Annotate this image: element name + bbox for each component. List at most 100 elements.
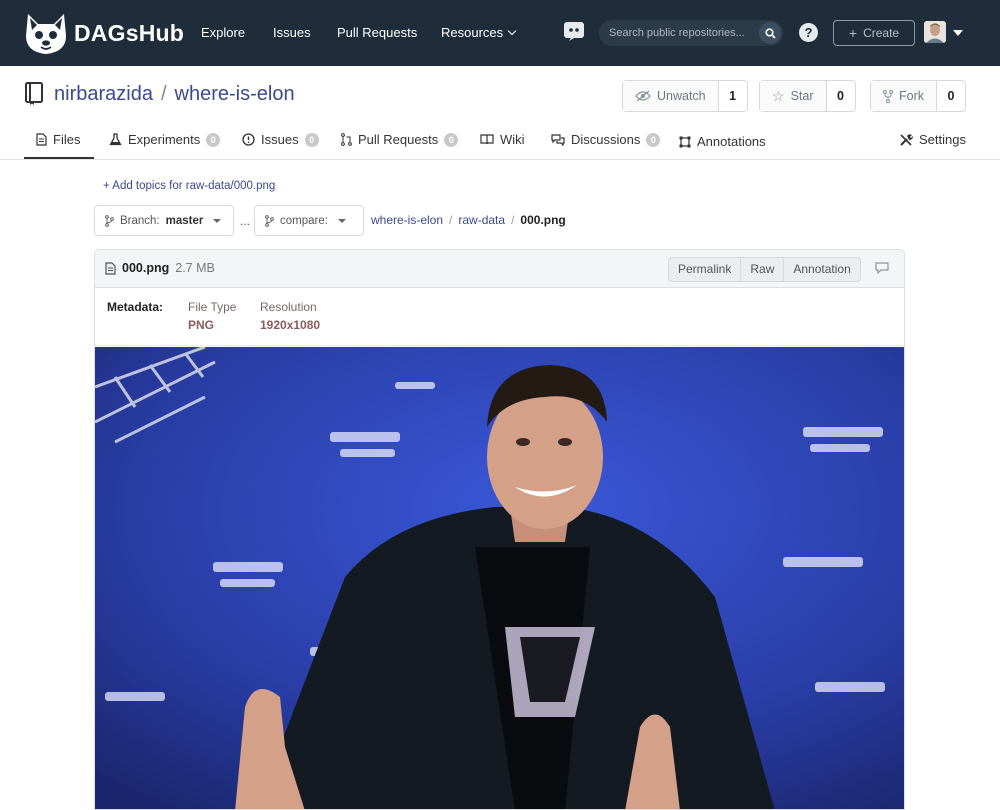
- metadata-key: File Type: [188, 300, 237, 314]
- file-name: 000.png: [122, 261, 170, 275]
- annotation-button[interactable]: Annotation: [784, 258, 859, 281]
- logo[interactable]: DAGsHub: [22, 10, 184, 56]
- tab-files[interactable]: Files: [36, 132, 80, 147]
- chevron-down-icon: [507, 26, 517, 36]
- book-open-icon: [480, 134, 494, 145]
- tab-issues-badge: 0: [304, 132, 319, 147]
- star-icon: ☆: [772, 87, 785, 104]
- tab-annotations[interactable]: Annotations: [679, 134, 766, 149]
- nav-pull-requests[interactable]: Pull Requests: [337, 25, 417, 40]
- repo-title: nirbarazida / where-is-elon: [24, 82, 295, 106]
- plus-icon: +: [848, 25, 858, 41]
- tab-discussions[interactable]: Discussions 0: [551, 132, 661, 147]
- fork-icon: [883, 89, 893, 103]
- breadcrumb-separator: /: [511, 213, 515, 227]
- nav-resources-label: Resources: [441, 25, 504, 40]
- image-preview: [95, 347, 904, 809]
- discord-icon[interactable]: [563, 20, 585, 42]
- compare-dropdown[interactable]: compare:: [254, 205, 364, 236]
- tab-pull-requests-badge: 0: [444, 132, 459, 147]
- metadata-label: Metadata:: [107, 300, 164, 314]
- avatar-dropdown-icon[interactable]: [953, 30, 963, 36]
- photo-illustration: [95, 347, 904, 809]
- nav-resources[interactable]: Resources: [441, 25, 517, 40]
- tab-discussions-badge: 0: [646, 132, 661, 147]
- annotation-icon: [679, 136, 691, 147]
- logo-text: DAGsHub: [74, 19, 185, 46]
- fork-count[interactable]: 0: [937, 89, 965, 103]
- tab-settings[interactable]: Settings: [899, 132, 966, 147]
- tab-pull-requests-label: Pull Requests: [358, 132, 439, 147]
- tab-settings-label: Settings: [919, 132, 966, 147]
- repo-name-link[interactable]: where-is-elon: [175, 83, 295, 106]
- branch-value: master: [165, 214, 204, 227]
- compare-ellipsis: ...: [240, 214, 251, 228]
- fork-button[interactable]: Fork: [871, 81, 937, 111]
- breadcrumb-folder[interactable]: raw-data: [458, 213, 505, 227]
- file-info: 000.png 2.7 MB: [105, 261, 215, 275]
- metadata-value: 1920x1080: [260, 318, 321, 332]
- search-icon: [764, 27, 776, 39]
- search-box: [599, 20, 783, 46]
- compare-label: compare:: [280, 214, 328, 227]
- top-navbar: DAGsHub Explore Issues Pull Requests Res…: [0, 0, 1000, 66]
- star-count[interactable]: 0: [827, 89, 855, 103]
- nav-issues[interactable]: Issues: [273, 25, 311, 40]
- permalink-button[interactable]: Permalink: [669, 258, 742, 281]
- tab-annotations-label: Annotations: [697, 134, 766, 149]
- create-button[interactable]: + Create: [833, 20, 915, 46]
- metadata-key: Resolution: [260, 300, 317, 314]
- search-button[interactable]: [759, 22, 781, 44]
- star-button-group: ☆ Star 0: [759, 80, 856, 112]
- nav-explore[interactable]: Explore: [201, 25, 245, 40]
- unwatch-label: Unwatch: [657, 89, 706, 103]
- search-input[interactable]: [609, 20, 759, 46]
- metadata-resolution: Resolution 1920x1080: [260, 300, 320, 332]
- branch-dropdown[interactable]: Branch: master: [94, 205, 234, 236]
- repo-owner-link[interactable]: nirbarazida: [54, 83, 153, 106]
- repo-tabs: Files Experiments 0 Issues 0 Pull Reques…: [0, 124, 1000, 160]
- fork-button-group: Fork 0: [870, 80, 966, 112]
- file-panel: 000.png 2.7 MB Permalink Raw Annotation …: [94, 249, 905, 810]
- comment-icon[interactable]: [875, 262, 889, 274]
- repo-book-icon: [25, 82, 43, 105]
- star-label: Star: [790, 89, 814, 103]
- unwatch-count[interactable]: 1: [719, 89, 747, 103]
- caret-down-icon: [213, 218, 222, 223]
- tab-experiments-badge: 0: [206, 132, 221, 147]
- help-icon[interactable]: ?: [799, 23, 818, 42]
- tab-experiments[interactable]: Experiments 0: [109, 132, 221, 147]
- branch-prefix: Branch:: [120, 214, 160, 227]
- flask-icon: [109, 133, 122, 146]
- metadata-value: PNG: [188, 318, 215, 332]
- caret-down-icon: [337, 218, 346, 223]
- branch-icon: [105, 214, 114, 227]
- tab-issues[interactable]: Issues 0: [242, 132, 319, 147]
- tab-issues-label: Issues: [261, 132, 299, 147]
- branch-icon: [265, 214, 274, 227]
- breadcrumb-root[interactable]: where-is-elon: [371, 213, 443, 227]
- unwatch-button[interactable]: Unwatch: [623, 81, 719, 111]
- discussion-icon: [551, 133, 565, 146]
- file-text-icon: [105, 261, 116, 275]
- tab-experiments-label: Experiments: [128, 132, 201, 147]
- tab-wiki[interactable]: Wiki: [480, 132, 525, 147]
- star-button[interactable]: ☆ Star: [760, 81, 827, 111]
- issue-icon: [242, 133, 255, 146]
- file-header: 000.png 2.7 MB Permalink Raw Annotation: [95, 250, 904, 288]
- tab-wiki-label: Wiki: [500, 132, 525, 147]
- active-tab-indicator: [24, 157, 94, 159]
- create-label: Create: [863, 26, 900, 40]
- tab-pull-requests[interactable]: Pull Requests 0: [341, 132, 459, 147]
- eye-slash-icon: [635, 90, 651, 102]
- file-icon: [36, 133, 47, 146]
- raw-button[interactable]: Raw: [741, 258, 785, 281]
- tab-files-label: Files: [53, 132, 81, 147]
- avatar[interactable]: [924, 21, 946, 43]
- file-size: 2.7 MB: [175, 261, 215, 275]
- repo-separator: /: [160, 82, 167, 105]
- breadcrumb: where-is-elon / raw-data / 000.png: [371, 213, 566, 227]
- add-topics-link[interactable]: + Add topics for raw-data/000.png: [103, 180, 275, 192]
- metadata-section: Metadata: File Type PNG Resolution 1920x…: [95, 288, 904, 346]
- metadata-file-type: File Type PNG: [188, 300, 236, 332]
